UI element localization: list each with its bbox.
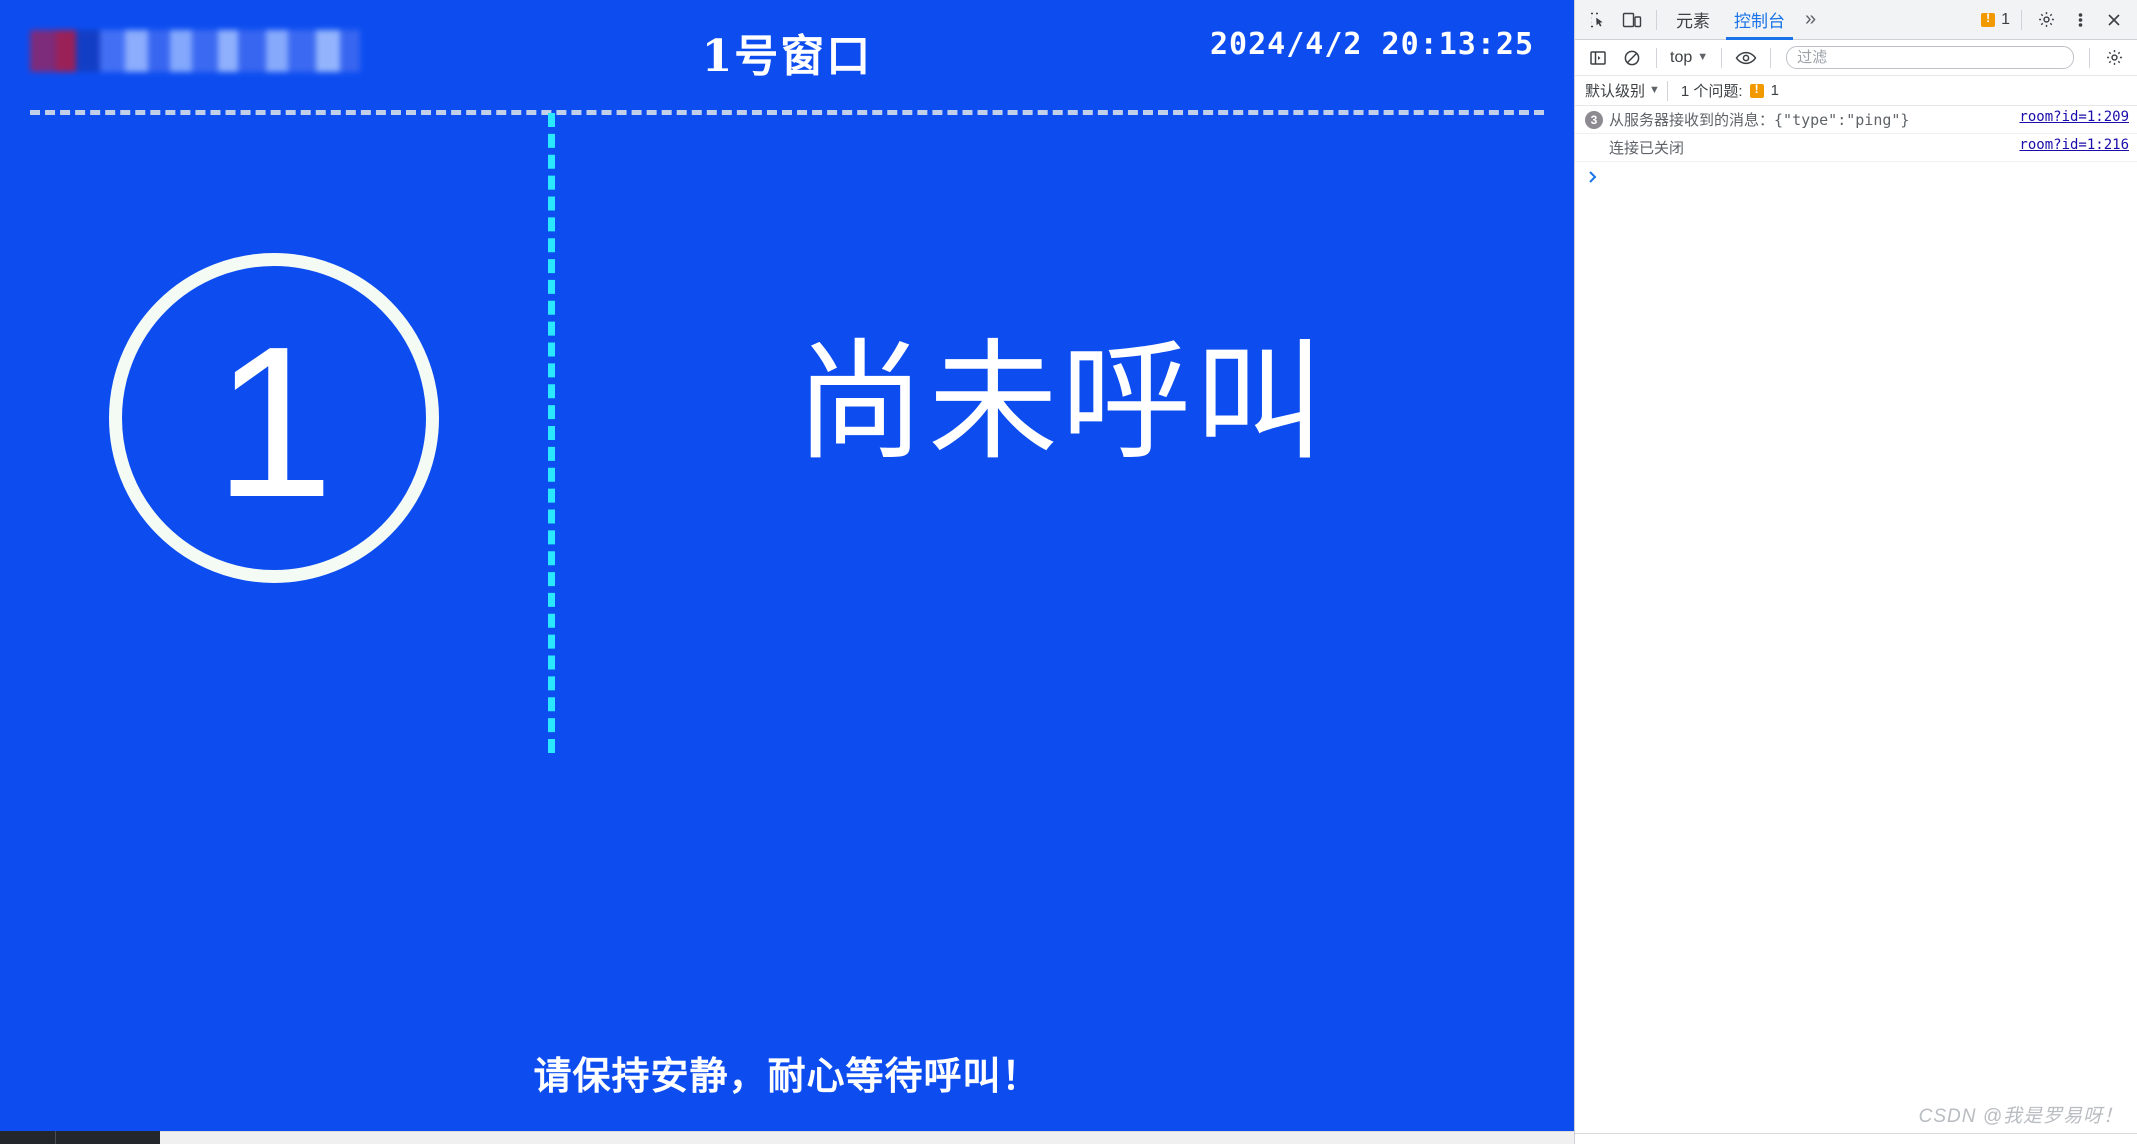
- repeat-count-badge: 3: [1585, 111, 1603, 129]
- warning-count-indicator[interactable]: 1: [1981, 11, 2014, 29]
- console-output: 3 从服务器接收到的消息：{"type":"ping"} room?id=1:2…: [1575, 106, 2137, 192]
- toolbar-divider-3: [1770, 47, 1772, 68]
- horizontal-scrollbar-track[interactable]: [0, 1131, 1574, 1144]
- kiosk-footer: 请保持安静，耐心等待呼叫！: [0, 1013, 1574, 1131]
- warning-count-value: 1: [2001, 10, 2010, 28]
- call-status-panel: 尚未呼叫: [548, 113, 1574, 1013]
- screenshot-root: 1号窗口 2024/4/2 20:13:25 1 尚未呼叫 请保持安静，耐心等待…: [0, 0, 2137, 1144]
- issues-label: 1 个问题:: [1680, 83, 1743, 100]
- prompt-chevron-icon: [1589, 171, 1597, 183]
- tabbar-divider-1: [1656, 9, 1657, 30]
- close-icon[interactable]: [2097, 3, 2131, 37]
- console-input-prompt[interactable]: [1575, 162, 2137, 192]
- gear-icon[interactable]: [2029, 3, 2063, 37]
- devtools-panel: 元素 控制台 » 1: [1574, 0, 2137, 1144]
- queue-number-panel: 1: [0, 113, 548, 1013]
- js-context-label: top: [1670, 48, 1693, 66]
- log-level-label: 默认级别: [1585, 83, 1646, 100]
- console-levelbar: 默认级别 ▼ 1 个问题: 1: [1575, 76, 2137, 106]
- kiosk-body: 1 尚未呼叫: [0, 113, 1574, 1013]
- warning-icon: [1749, 82, 1764, 98]
- clear-console-icon[interactable]: [1615, 41, 1649, 75]
- console-toolbar: top ▼: [1575, 40, 2137, 76]
- kebab-menu-icon[interactable]: [2063, 3, 2097, 37]
- log-level-selector[interactable]: 默认级别 ▼: [1585, 80, 1660, 101]
- console-message-source-link[interactable]: room?id=1:209: [2019, 109, 2129, 125]
- issues-count: 1: [1770, 82, 1779, 99]
- more-tabs-icon[interactable]: »: [1797, 8, 1824, 31]
- devtools-tabbar: 元素 控制台 » 1: [1575, 0, 2137, 40]
- console-message-text: 连接已关闭: [1609, 139, 1685, 157]
- tabbar-divider-2: [2021, 9, 2022, 30]
- queue-number-value: 1: [214, 300, 334, 542]
- inspect-element-icon[interactable]: [1581, 3, 1615, 37]
- call-status-text: 尚未呼叫: [794, 329, 1327, 475]
- tab-console[interactable]: 控制台: [1722, 0, 1797, 40]
- kiosk-header: 1号窗口 2024/4/2 20:13:25: [0, 0, 1574, 115]
- horizontal-scrollbar-thumb[interactable]: [0, 1131, 160, 1144]
- issues-summary[interactable]: 1 个问题: 1: [1681, 80, 1779, 101]
- queue-number-circle: 1: [109, 253, 439, 583]
- queue-kiosk-page: 1号窗口 2024/4/2 20:13:25 1 尚未呼叫 请保持安静，耐心等待…: [0, 0, 1574, 1144]
- chevron-down-icon: ▼: [1649, 84, 1660, 96]
- live-expression-icon[interactable]: [1729, 41, 1763, 75]
- repeat-count-badge: [1585, 139, 1603, 157]
- tab-elements[interactable]: 元素: [1664, 0, 1722, 40]
- console-filter-input[interactable]: [1786, 46, 2074, 69]
- clock-display: 2024/4/2 20:13:25: [1209, 27, 1534, 62]
- toolbar-divider-4: [2089, 47, 2090, 68]
- devtools-bottom-divider: [1575, 1133, 2137, 1134]
- console-message-source-link[interactable]: room?id=1:216: [2019, 137, 2129, 153]
- console-settings-gear-icon[interactable]: [2097, 41, 2131, 75]
- csdn-watermark: CSDN @我是罗易呀！: [1918, 1106, 2123, 1127]
- js-context-selector[interactable]: top ▼: [1664, 49, 1714, 67]
- console-message-row[interactable]: 连接已关闭 room?id=1:216: [1575, 134, 2137, 162]
- warning-icon: [1981, 11, 1996, 27]
- console-message-row[interactable]: 3 从服务器接收到的消息：{"type":"ping"} room?id=1:2…: [1575, 106, 2137, 134]
- footer-notice: 请保持安静，耐心等待呼叫！: [533, 1055, 1041, 1098]
- show-console-sidebar-icon[interactable]: [1581, 41, 1615, 75]
- kiosk-viewport: 1号窗口 2024/4/2 20:13:25 1 尚未呼叫 请保持安静，耐心等待…: [0, 0, 1574, 1131]
- device-toolbar-icon[interactable]: [1615, 3, 1649, 37]
- toolbar-divider-1: [1656, 47, 1657, 68]
- levelbar-divider: [1666, 80, 1668, 101]
- console-message-text: 从服务器接收到的消息：{"type":"ping"}: [1609, 111, 1910, 129]
- chevron-down-icon: ▼: [1697, 51, 1709, 63]
- toolbar-divider-2: [1721, 47, 1723, 68]
